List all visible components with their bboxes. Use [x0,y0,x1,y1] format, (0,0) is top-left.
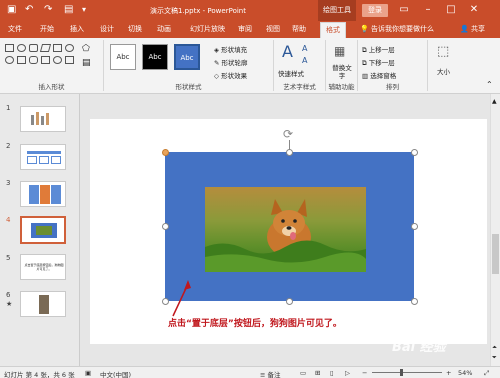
fit-slide-icon[interactable]: ⤢ [484,369,489,378]
zoom-slider-thumb[interactable] [400,369,403,376]
scroll-next-icon[interactable]: ⏷ [492,354,497,362]
powerpoint-window: ▣ ↶ ↷ ▤ ▾ 演示文稿1.pptx - PowerPoint 绘图工具 登… [0,0,500,378]
status-bar: 幻灯片 第 4 张，共 6 张 ▣ 中文(中国) ≡ 备注 ▭ ⊞ ▯ ▷ − … [0,366,500,378]
slide-count: 幻灯片 第 4 张，共 6 张 [4,371,75,378]
slide-sorter-icon[interactable]: ⊞ [315,369,320,377]
spellcheck-icon[interactable]: ▣ [85,369,91,377]
notes-button[interactable]: ≡ 备注 [260,369,281,378]
zoom-in-icon[interactable]: + [446,369,451,377]
annotation-caption: 点击“置于底层”按钮后，狗狗图片可见了。 [168,319,342,329]
annotation-arrowhead [184,280,191,290]
scroll-prev-icon[interactable]: ⏶ [492,344,497,352]
zoom-level[interactable]: 54% [458,369,472,377]
zoom-slider-track[interactable] [372,372,442,373]
zoom-out-icon[interactable]: − [362,369,367,377]
slideshow-icon[interactable]: ▷ [345,369,350,377]
normal-view-icon[interactable]: ▭ [300,369,306,377]
language-status[interactable]: 中文(中国) [100,369,131,378]
scroll-up-icon[interactable]: ▲ [492,98,497,105]
reading-view-icon[interactable]: ▯ [330,369,334,377]
notes-label: 备注 [267,371,281,378]
baidu-watermark: Bai 经验 [392,340,446,355]
notes-icon: ≡ [260,371,266,378]
scroll-thumb[interactable] [492,234,499,274]
vertical-scrollbar[interactable]: ▲ ⏶ ⏷ [490,94,500,366]
